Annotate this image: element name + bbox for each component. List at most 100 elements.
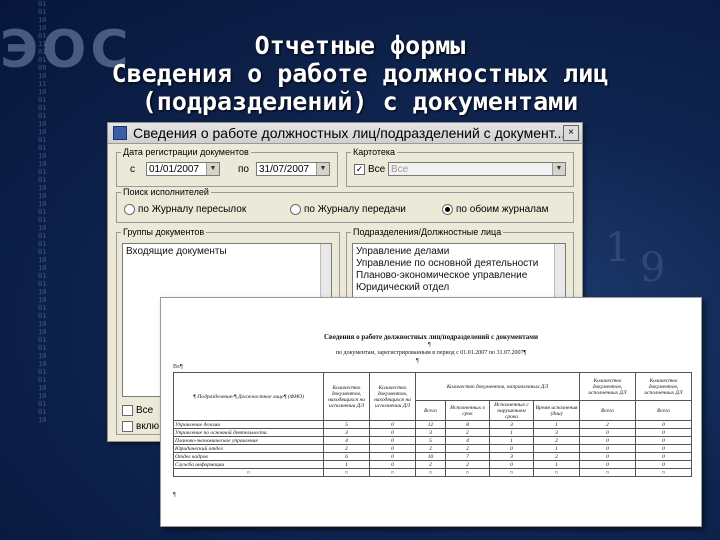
radio-forwarding-journal[interactable] <box>124 204 135 215</box>
column-header: Количество документов, находящихся на ис… <box>369 372 416 421</box>
department-name-cell: Служба информации <box>173 460 324 469</box>
window-title: Сведения о работе должностных лиц/подраз… <box>133 125 563 141</box>
table-cell: 1 <box>489 436 534 445</box>
include-checkbox[interactable] <box>122 421 133 432</box>
all-cartotheca-checkbox[interactable]: ✓ <box>354 164 365 175</box>
table-cell: 1 <box>489 428 534 437</box>
date-range-legend: Дата регистрации документов <box>123 147 249 157</box>
list-item[interactable]: Управление по основной деятельности <box>356 258 562 270</box>
pilcrow: ¶ <box>416 358 419 364</box>
title-line: Отчетные формы <box>254 31 466 60</box>
table-cell: 4 <box>445 436 490 445</box>
table-cell: 0 <box>489 444 534 453</box>
column-subheader: Всего <box>635 400 692 421</box>
list-item[interactable]: Планово-экономическое управление <box>356 270 562 282</box>
table-cell: 12 <box>415 420 446 429</box>
table-cell: 6 <box>323 452 370 461</box>
table-cell: 2 <box>445 460 490 469</box>
table-cell: ¤ <box>489 468 534 477</box>
date-to-input[interactable]: 31/07/2007 ▼ <box>256 162 330 176</box>
report-period: по документам, зарегистрированным в пери… <box>335 350 527 356</box>
background-figure: 1 <box>605 225 631 271</box>
chevron-down-icon[interactable]: ▼ <box>206 163 219 175</box>
date-from-input[interactable]: 01/01/2007 ▼ <box>146 162 220 176</box>
table-cell: ¤ <box>635 468 692 477</box>
table-cell: 0 <box>635 452 692 461</box>
department-name-cell: Управление делами <box>173 420 324 429</box>
cartotheca-legend: Картотека <box>353 147 396 157</box>
column-header: Количество документов, направленных ДЛ <box>415 372 580 401</box>
chevron-down-icon[interactable]: ▼ <box>316 163 329 175</box>
table-cell: 1 <box>533 460 580 469</box>
department-name-cell: Отдел кадров <box>173 452 324 461</box>
document-groups-legend: Группы документов <box>123 227 205 237</box>
table-cell: 2 <box>323 444 370 453</box>
table-cell: 2 <box>533 436 580 445</box>
table-row: Отдел кадров 6 0 10 7 3 2 0 0 <box>173 452 692 461</box>
column-header: Количество документов, исполненных ДЛ <box>579 372 636 401</box>
slide-title: Отчетные формы Сведения о работе должнос… <box>0 32 720 116</box>
table-cell: 0 <box>635 420 692 429</box>
list-item[interactable]: Управление делами <box>356 246 562 258</box>
from-label: с <box>130 164 135 175</box>
report-table: ¶ Подразделение/¶ Должностное лицо¶ (ФИО… <box>173 372 692 477</box>
close-icon[interactable]: × <box>563 125 579 141</box>
table-cell: ¤ <box>579 468 636 477</box>
pilcrow: ¶ <box>428 342 431 348</box>
table-cell: 0 <box>369 444 416 453</box>
department-name-cell: Управление по основной деятельности <box>173 428 324 437</box>
chevron-down-icon[interactable]: ▼ <box>552 163 565 175</box>
table-row: Управление по основной деятельности 3 0 3 2 1… <box>173 428 692 437</box>
table-cell: ¤ <box>445 468 490 477</box>
column-subheader: Всего <box>415 400 446 421</box>
radio-forwarding-journal-label: по Журналу пересылок <box>138 204 247 215</box>
include-label: вклю <box>136 421 160 432</box>
table-cell: 0 <box>369 460 416 469</box>
all-groups-checkbox[interactable] <box>122 405 133 416</box>
table-cell: ¤ <box>323 468 370 477</box>
window-titlebar[interactable]: Сведения о работе должностных лиц/подраз… <box>108 123 582 144</box>
table-cell: 0 <box>369 452 416 461</box>
column-subheader: Исполненных в срок <box>445 400 490 421</box>
radio-transfer-journal[interactable] <box>290 204 301 215</box>
title-line: Сведения о работе должностных лиц <box>111 59 609 88</box>
radio-both-journals[interactable] <box>442 204 453 215</box>
table-cell: 5 <box>415 436 446 445</box>
column-header: ¶ Подразделение/¶ Должностное лицо¶ (ФИО… <box>173 372 324 421</box>
table-cell: 2 <box>415 460 446 469</box>
table-cell: 0 <box>579 436 636 445</box>
title-line: (подразделений) с документами <box>141 87 579 116</box>
table-cell: 0 <box>369 436 416 445</box>
table-row: Юридический отдел 2 0 2 2 0 1 0 0 <box>173 444 692 453</box>
date-to-value: 31/07/2007 <box>259 164 310 175</box>
search-executors-legend: Поиск исполнителей <box>123 187 209 197</box>
department-name-cell: Юридический отдел <box>173 444 324 453</box>
table-cell: 3 <box>323 428 370 437</box>
table-cell: ¤ <box>533 468 580 477</box>
table-cell: 1 <box>533 420 580 429</box>
column-subheader: Исполненных с нарушением срока <box>489 400 534 421</box>
table-cell: ¤ <box>415 468 446 477</box>
departments-legend: Подразделения/Должностные лица <box>353 227 502 237</box>
cartotheca-value: Все <box>391 164 409 175</box>
table-row: Планово-экономическое управление 4 0 5 4 1 2 0 0 <box>173 436 692 445</box>
table-cell: 1 <box>533 444 580 453</box>
table-cell: 0 <box>579 460 636 469</box>
table-cell: 2 <box>415 444 446 453</box>
table-cell: 0 <box>579 428 636 437</box>
list-item[interactable]: Входящие документы <box>126 246 328 258</box>
table-cell: 0 <box>369 428 416 437</box>
table-cell: 2 <box>445 428 490 437</box>
table-cell: 0 <box>635 444 692 453</box>
list-item[interactable]: Юридический отдел <box>356 282 562 294</box>
table-cell: 2 <box>579 420 636 429</box>
table-cell: 0 <box>489 460 534 469</box>
all-cartotheca-label: Все <box>368 164 386 175</box>
column-subheader: Всего <box>579 400 636 421</box>
table-cell: 8 <box>445 420 490 429</box>
column-header: Количество документов, исполненных ДЛ <box>635 372 692 401</box>
cartotheca-select[interactable]: Все ▼ <box>388 162 566 176</box>
table-cell: 3 <box>415 428 446 437</box>
column-header: Количество документов, находящихся на ис… <box>323 372 370 421</box>
table-cell: 0 <box>635 428 692 437</box>
